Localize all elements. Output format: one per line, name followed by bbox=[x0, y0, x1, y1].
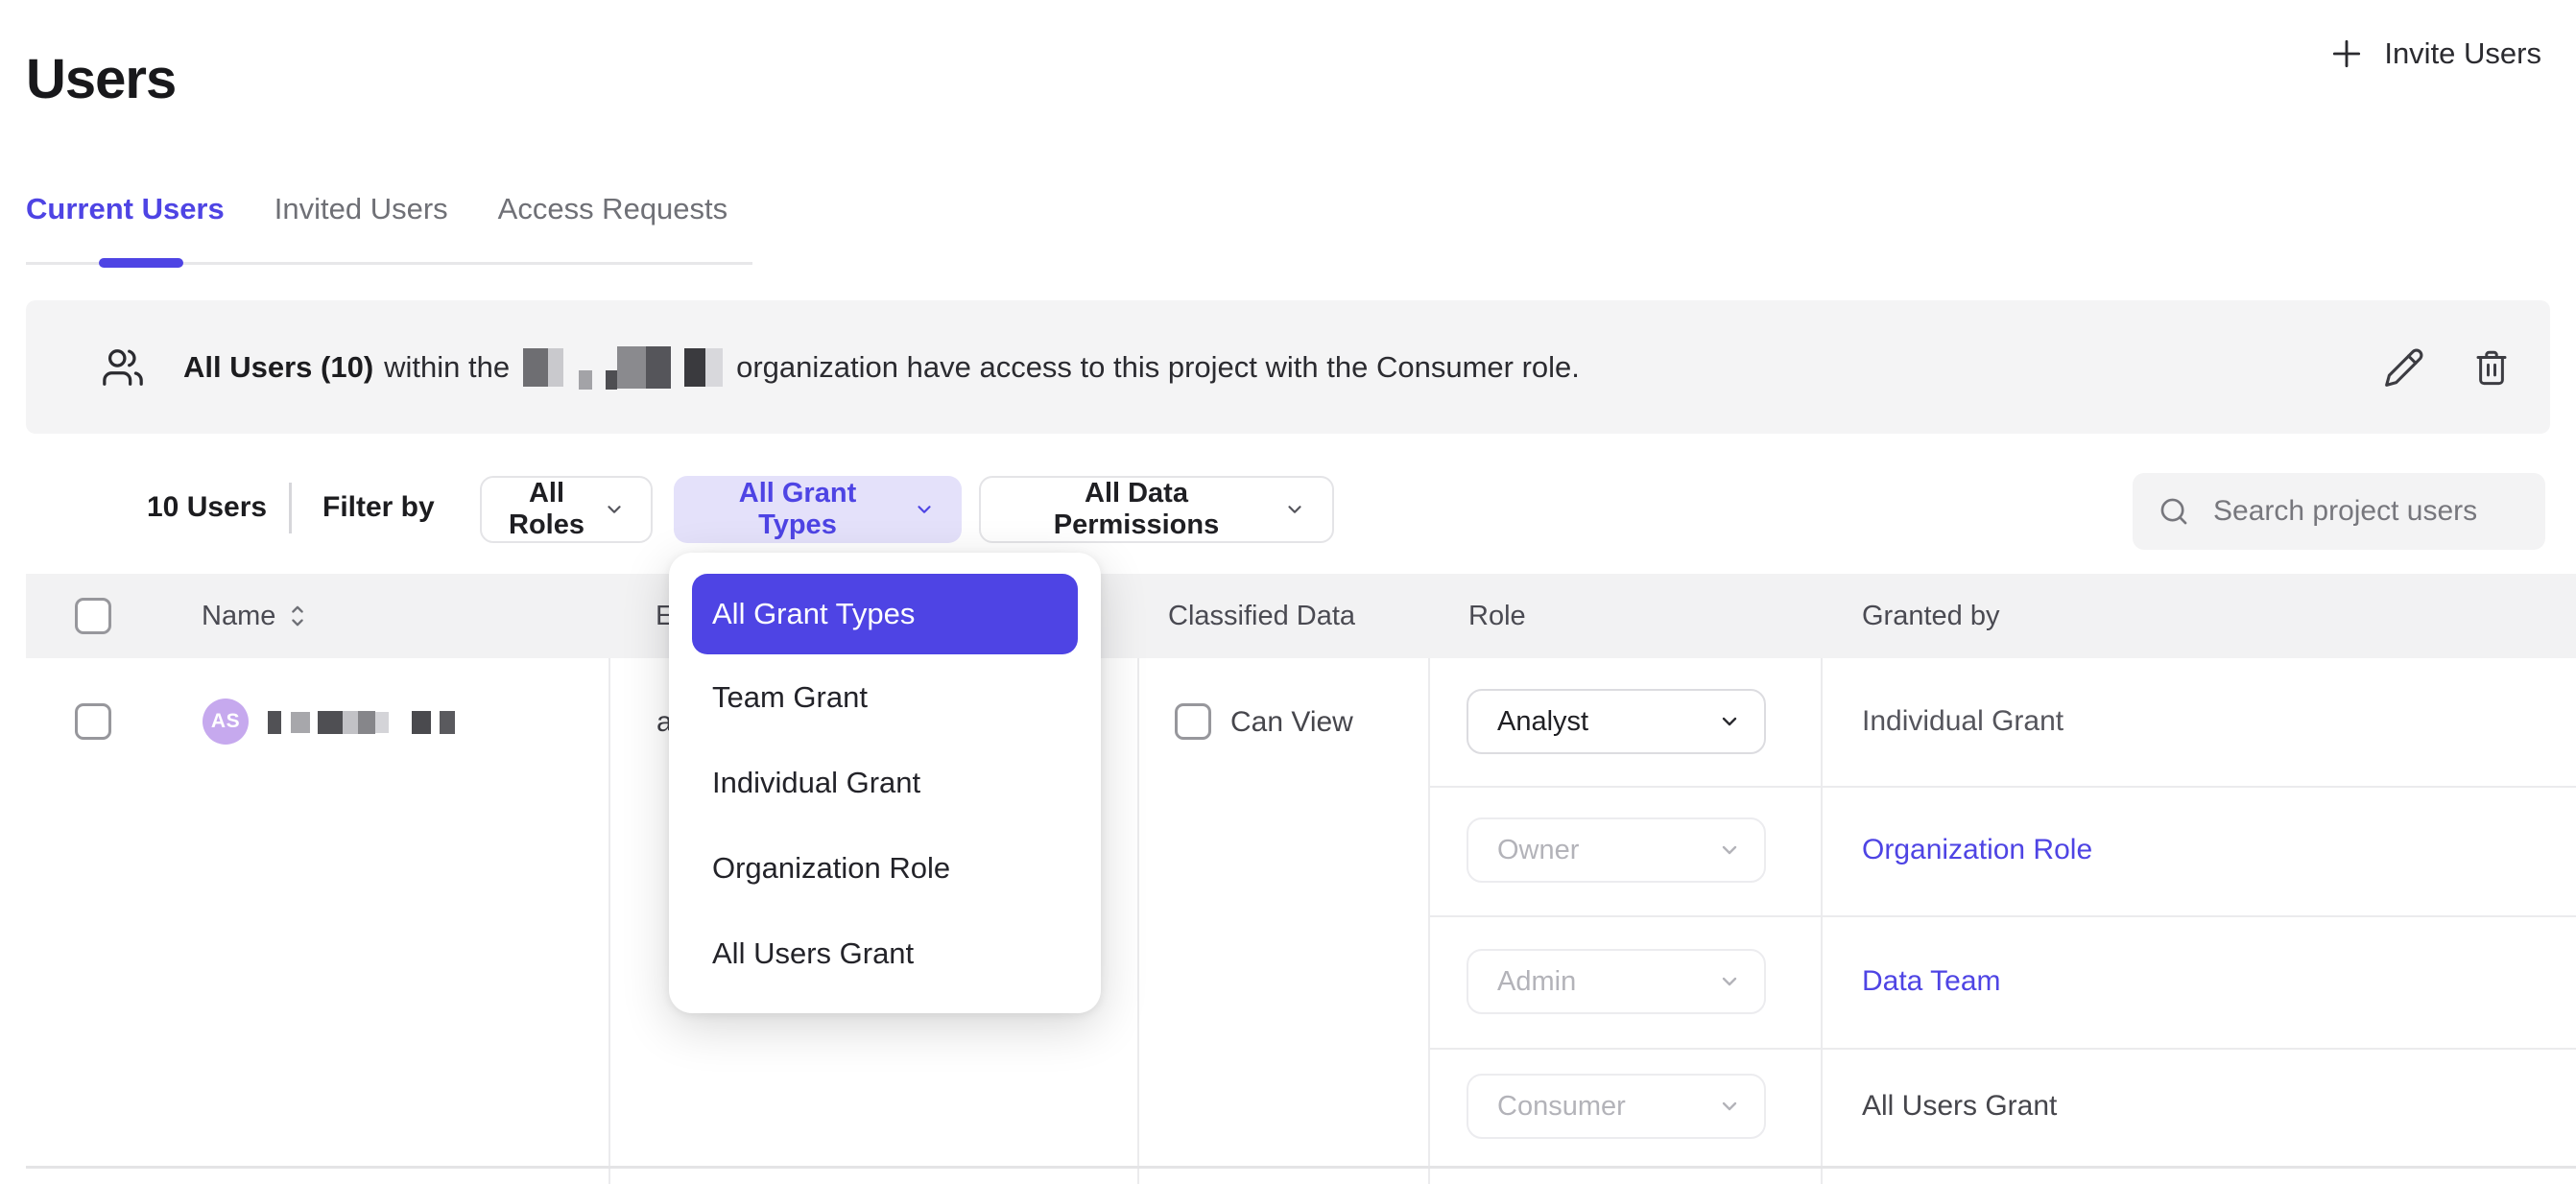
invite-users-label: Invite Users bbox=[2384, 36, 2541, 71]
table-header: Name Email Classified Data Role Granted … bbox=[26, 574, 2576, 658]
chevron-down-icon bbox=[914, 499, 935, 520]
edit-button[interactable] bbox=[2383, 346, 2425, 389]
search-box bbox=[2133, 473, 2545, 550]
redacted-user-name bbox=[268, 711, 455, 734]
tabs: Current Users Invited Users Access Reque… bbox=[26, 169, 752, 265]
banner-text-after: organization have access to this project… bbox=[736, 350, 1580, 385]
column-header-classified-data: Classified Data bbox=[1168, 574, 1355, 658]
column-divider bbox=[1821, 658, 1823, 1184]
column-header-role: Role bbox=[1468, 574, 1526, 658]
chevron-down-icon bbox=[1718, 710, 1741, 733]
grant-row-divider bbox=[1428, 915, 2576, 917]
chevron-down-icon bbox=[1284, 499, 1305, 520]
column-header-name[interactable]: Name bbox=[202, 574, 308, 658]
role-select-admin: Admin bbox=[1467, 949, 1766, 1014]
chevron-down-icon bbox=[604, 499, 625, 520]
role-select-analyst[interactable]: Analyst bbox=[1467, 689, 1766, 754]
chevron-down-icon bbox=[1718, 1095, 1741, 1118]
tab-access-requests[interactable]: Access Requests bbox=[498, 192, 728, 226]
user-count: 10 Users bbox=[147, 491, 267, 524]
invite-users-button[interactable]: Invite Users bbox=[2323, 35, 2547, 73]
menu-item-all-users-grant[interactable]: All Users Grant bbox=[692, 911, 1078, 996]
page-title: Users bbox=[26, 47, 176, 111]
filter-divider bbox=[289, 483, 292, 533]
tab-invited-users[interactable]: Invited Users bbox=[274, 192, 448, 226]
granted-by-link[interactable]: Data Team bbox=[1862, 965, 2001, 998]
select-all-checkbox[interactable] bbox=[75, 598, 111, 634]
can-view-label: Can View bbox=[1230, 706, 1353, 739]
search-icon bbox=[2158, 495, 2190, 528]
all-data-permissions-filter[interactable]: All Data Permissions bbox=[979, 476, 1334, 543]
users-page: Users Invite Users Current Users Invited… bbox=[0, 0, 2576, 1184]
menu-item-team-grant[interactable]: Team Grant bbox=[692, 654, 1078, 740]
chevron-down-icon bbox=[1718, 970, 1741, 993]
role-select-owner: Owner bbox=[1467, 817, 1766, 883]
granted-by-value: All Users Grant bbox=[1862, 1090, 2057, 1123]
column-divider bbox=[608, 658, 610, 1184]
chevron-down-icon bbox=[1718, 839, 1741, 862]
pencil-icon bbox=[2383, 346, 2425, 389]
menu-item-organization-role[interactable]: Organization Role bbox=[692, 825, 1078, 911]
all-roles-filter[interactable]: All Roles bbox=[480, 476, 653, 543]
users-icon bbox=[101, 345, 145, 390]
filter-by-label: Filter by bbox=[322, 491, 435, 524]
avatar: AS bbox=[203, 699, 249, 745]
menu-item-all-grant-types[interactable]: All Grant Types bbox=[692, 574, 1078, 654]
search-input[interactable] bbox=[2211, 494, 2532, 529]
banner-text-before: within the bbox=[384, 350, 510, 385]
granted-by-link[interactable]: Organization Role bbox=[1862, 834, 2092, 866]
menu-item-individual-grant[interactable]: Individual Grant bbox=[692, 740, 1078, 825]
active-tab-indicator bbox=[99, 258, 183, 268]
can-view-checkbox[interactable] bbox=[1175, 703, 1211, 740]
redacted-org-name bbox=[523, 345, 723, 390]
delete-button[interactable] bbox=[2471, 347, 2512, 388]
all-users-banner: All Users (10) within the organization h… bbox=[26, 300, 2550, 434]
user-row-divider bbox=[26, 1166, 2576, 1169]
grant-row-divider bbox=[1428, 1048, 2576, 1050]
role-select-consumer: Consumer bbox=[1467, 1074, 1766, 1139]
sort-icon bbox=[287, 603, 308, 629]
grant-type-dropdown-menu: All Grant Types Team Grant Individual Gr… bbox=[669, 553, 1101, 1013]
column-header-granted-by: Granted by bbox=[1862, 574, 1999, 658]
plus-icon bbox=[2328, 36, 2365, 72]
trash-icon bbox=[2471, 347, 2512, 388]
tab-current-users[interactable]: Current Users bbox=[26, 192, 225, 226]
grant-row-divider bbox=[1428, 786, 2576, 788]
granted-by-value: Individual Grant bbox=[1862, 705, 2063, 738]
column-divider bbox=[1137, 658, 1139, 1184]
column-divider bbox=[1428, 658, 1430, 1184]
row-checkbox[interactable] bbox=[75, 703, 111, 740]
banner-bold-text: All Users (10) bbox=[183, 350, 373, 385]
all-grant-types-filter[interactable]: All Grant Types bbox=[674, 476, 962, 543]
